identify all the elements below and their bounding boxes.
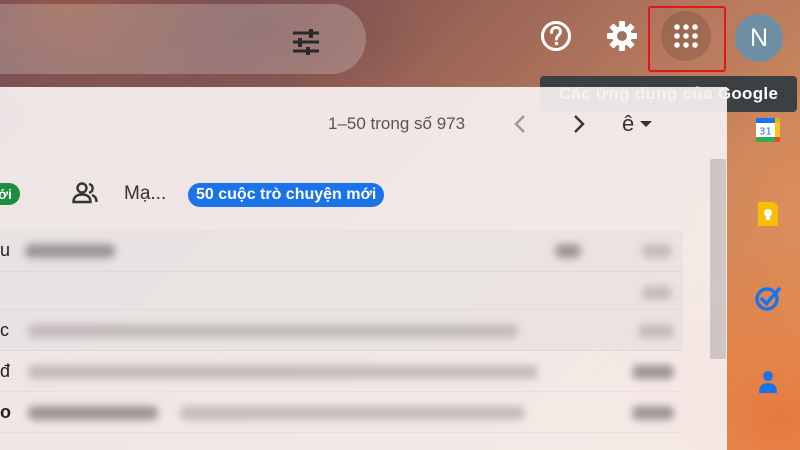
input-tools-button[interactable]: ê bbox=[622, 109, 653, 139]
tab-badge-primary: ới bbox=[0, 183, 20, 205]
search-bar[interactable] bbox=[0, 4, 366, 74]
blurred-text bbox=[180, 406, 525, 420]
row-sender: c bbox=[0, 320, 9, 340]
blurred-text bbox=[28, 365, 538, 379]
table-row[interactable]: u bbox=[0, 230, 683, 272]
table-row[interactable]: đ bbox=[0, 351, 683, 392]
calendar-day: 31 bbox=[759, 127, 772, 138]
chevron-down-icon bbox=[640, 121, 653, 127]
prev-page-icon[interactable] bbox=[505, 109, 535, 139]
tasks-icon[interactable] bbox=[754, 284, 782, 312]
row-sender: đ bbox=[0, 361, 11, 381]
row-sender: o bbox=[0, 402, 11, 422]
blurred-text bbox=[638, 324, 674, 338]
mail-list-panel: 1–50 trong số 973 ê ới Mạ... 50 cuộc trò… bbox=[0, 87, 727, 450]
table-row[interactable]: o bbox=[0, 392, 683, 433]
next-page-icon[interactable] bbox=[564, 109, 594, 139]
pager-count: 1–50 trong số 973 bbox=[328, 114, 466, 133]
blurred-text bbox=[28, 324, 518, 338]
tab-social[interactable]: Mạ... bbox=[124, 183, 166, 205]
apps-grid-icon[interactable] bbox=[661, 11, 711, 61]
input-tools-icon: ê bbox=[622, 111, 635, 136]
avatar[interactable]: N bbox=[735, 14, 783, 62]
blurred-text bbox=[632, 365, 674, 379]
contacts-icon[interactable] bbox=[754, 368, 782, 396]
mail-rows: u c đ o bbox=[0, 230, 683, 433]
blurred-text bbox=[642, 286, 672, 300]
blurred-text bbox=[642, 244, 672, 258]
blurred-text bbox=[25, 244, 115, 258]
blurred-text bbox=[28, 406, 158, 420]
table-row[interactable]: c bbox=[0, 310, 683, 351]
settings-icon[interactable] bbox=[597, 11, 647, 61]
calendar-icon[interactable]: 31 bbox=[754, 116, 782, 144]
search-options-icon[interactable] bbox=[286, 22, 326, 62]
row-sender: u bbox=[0, 240, 11, 260]
blurred-text bbox=[555, 244, 581, 258]
help-icon[interactable] bbox=[531, 11, 581, 61]
people-icon[interactable] bbox=[72, 182, 98, 209]
scrollbar[interactable] bbox=[710, 159, 726, 359]
blurred-text bbox=[632, 406, 674, 420]
table-row[interactable] bbox=[0, 272, 683, 310]
new-conversations-badge: 50 cuộc trò chuyện mới bbox=[188, 183, 385, 207]
keep-icon[interactable] bbox=[754, 200, 782, 228]
